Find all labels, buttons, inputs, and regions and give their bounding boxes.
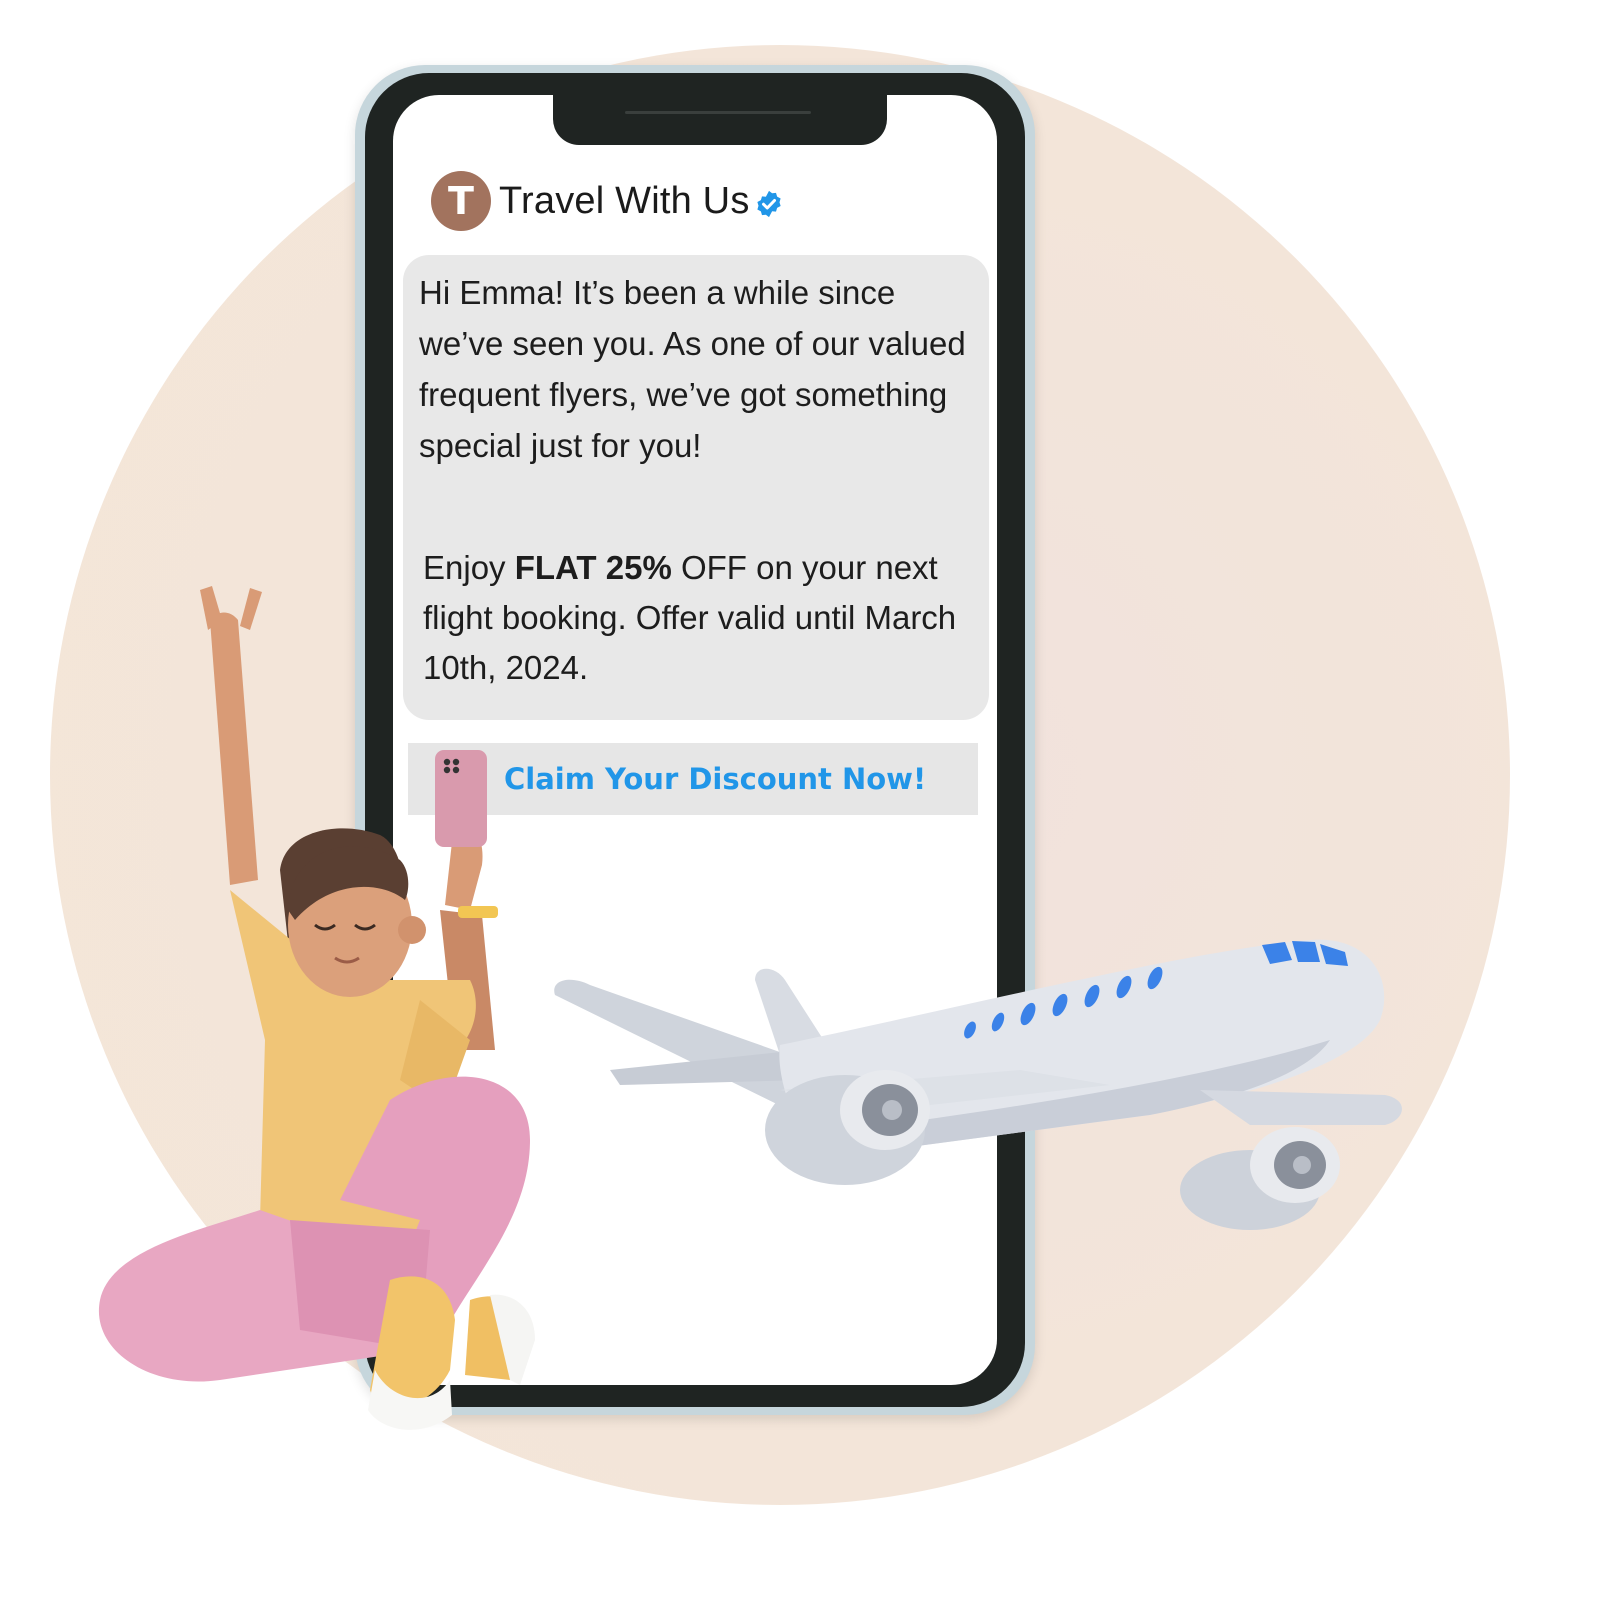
airplane-illustration [554,939,1402,1230]
message-header: T Travel With Us [431,170,784,232]
speaker-grille [625,111,811,114]
woman-with-phone-illustration [98,586,535,1430]
message-paragraph-1: Hi Emma! It’s been a while since we’ve s… [419,274,966,464]
verified-badge-icon [756,190,781,218]
phone-notch [553,95,887,145]
sender-name: Travel With Us [499,179,750,222]
sender-avatar[interactable]: T [431,171,491,231]
claim-discount-label: Claim Your Discount Now! [504,762,927,796]
